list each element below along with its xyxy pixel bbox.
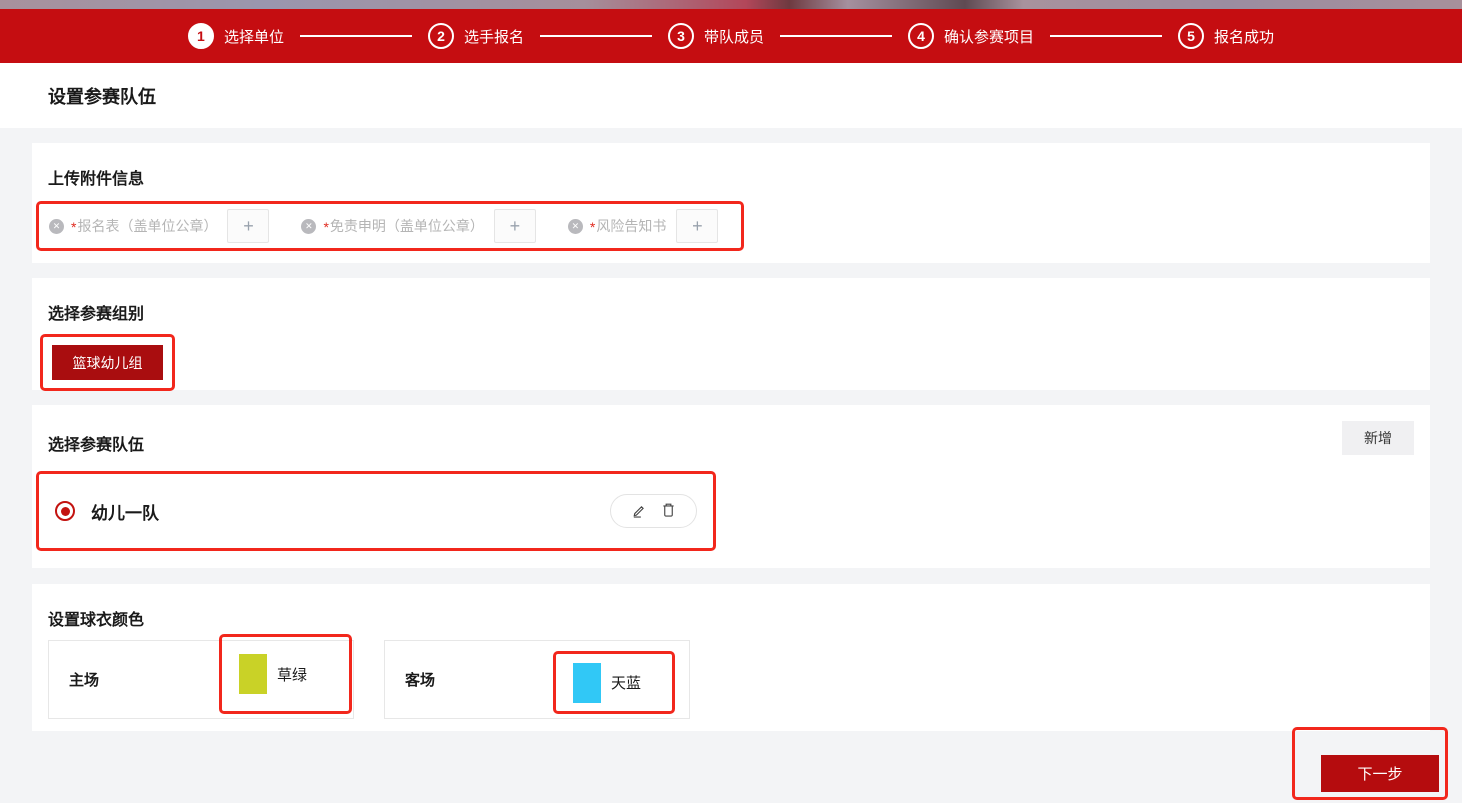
jersey-color-card: 设置球衣颜色 主场 草绿 客场 天蓝 (32, 584, 1430, 731)
step-select-unit: 1 选择单位 (188, 23, 284, 49)
delete-team-button[interactable] (661, 502, 676, 521)
radio-dot (61, 507, 70, 516)
step-number-badge: 4 (908, 23, 934, 49)
section-heading-group: 选择参赛组别 (32, 278, 1430, 324)
trash-icon (661, 502, 676, 521)
step-label: 确认参赛项目 (944, 26, 1034, 47)
step-connector-line (540, 35, 652, 37)
step-connector-line (1050, 35, 1162, 37)
required-mark: * (71, 219, 76, 235)
footer-bar: 下一步 (0, 731, 1462, 803)
annotation-box: ✕ * 报名表（盖单位公章） + ✕ * 免责申明（盖单位公章） + ✕ * 风… (36, 201, 744, 251)
required-mark: * (323, 219, 328, 235)
step-connector-line (780, 35, 892, 37)
edit-team-button[interactable] (631, 502, 646, 521)
add-file-button[interactable]: + (227, 209, 269, 243)
upload-label: 免责申明（盖单位公章） (330, 216, 484, 236)
away-color-name: 天蓝 (611, 672, 641, 693)
page-title: 设置参赛队伍 (48, 83, 156, 109)
team-actions-group (610, 494, 697, 528)
add-file-button[interactable]: + (494, 209, 536, 243)
section-heading-jersey: 设置球衣颜色 (32, 584, 1430, 630)
step-registration-success: 5 报名成功 (1178, 23, 1274, 49)
clear-status-icon: ✕ (301, 219, 316, 234)
annotation-box: 天蓝 (553, 651, 675, 714)
annotation-box: 下一步 (1292, 727, 1448, 800)
upload-label: 报名表（盖单位公章） (77, 216, 217, 236)
step-player-registration: 2 选手报名 (428, 23, 524, 49)
step-label: 选手报名 (464, 26, 524, 47)
away-jersey-box: 客场 天蓝 (384, 640, 690, 719)
home-label: 主场 (69, 669, 99, 690)
team-radio-selected[interactable] (55, 501, 75, 521)
next-step-button[interactable]: 下一步 (1321, 755, 1439, 792)
upload-item-risk-notice: ✕ * 风险告知书 + (568, 209, 718, 243)
section-heading-team: 选择参赛队伍 (48, 422, 144, 455)
step-number-badge: 5 (1178, 23, 1204, 49)
upload-item-registration-form: ✕ * 报名表（盖单位公章） + (49, 209, 269, 243)
add-team-button[interactable]: 新增 (1342, 421, 1414, 455)
banner-image-strip (0, 0, 1462, 9)
step-connector-line (300, 35, 412, 37)
team-name: 幼儿一队 (91, 499, 159, 524)
add-file-button[interactable]: + (676, 209, 718, 243)
step-number-badge: 1 (188, 23, 214, 49)
pencil-icon (631, 502, 646, 521)
clear-status-icon: ✕ (49, 219, 64, 234)
upload-item-disclaimer: ✕ * 免责申明（盖单位公章） + (301, 209, 535, 243)
section-heading-uploads: 上传附件信息 (32, 143, 1430, 189)
annotation-box: 草绿 (219, 634, 352, 714)
away-label: 客场 (405, 669, 435, 690)
annotation-box: 篮球幼儿组 (40, 334, 175, 391)
step-label: 选择单位 (224, 26, 284, 47)
group-basketball-kids-button[interactable]: 篮球幼儿组 (52, 345, 163, 380)
team-selection-card: 选择参赛队伍 新增 幼儿一队 (32, 405, 1430, 568)
upload-label: 风险告知书 (596, 216, 666, 236)
annotation-box: 幼儿一队 (36, 471, 716, 551)
upload-attachments-card: 上传附件信息 ✕ * 报名表（盖单位公章） + ✕ * 免责申明（盖单位公章） … (32, 143, 1430, 263)
stepper-nav: 1 选择单位 2 选手报名 3 带队成员 4 确认参赛项目 5 报名成功 (0, 9, 1462, 63)
step-label: 带队成员 (704, 26, 764, 47)
step-confirm-events: 4 确认参赛项目 (908, 23, 1034, 49)
required-mark: * (590, 219, 595, 235)
step-number-badge: 3 (668, 23, 694, 49)
clear-status-icon: ✕ (568, 219, 583, 234)
step-team-staff: 3 带队成员 (668, 23, 764, 49)
home-color-swatch[interactable] (239, 654, 267, 694)
home-color-name: 草绿 (277, 664, 307, 685)
away-color-swatch[interactable] (573, 663, 601, 703)
competition-group-card: 选择参赛组别 篮球幼儿组 (32, 278, 1430, 390)
home-jersey-box: 主场 草绿 (48, 640, 354, 719)
step-label: 报名成功 (1214, 26, 1274, 47)
step-number-badge: 2 (428, 23, 454, 49)
